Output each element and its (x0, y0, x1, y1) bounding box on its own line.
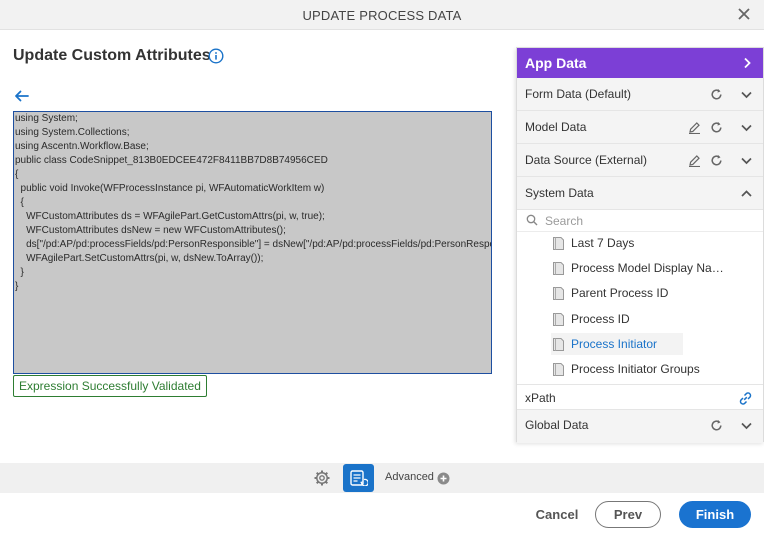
code-line: using System; (15, 113, 78, 124)
chevron-right-icon[interactable] (741, 57, 753, 69)
search-input[interactable] (545, 212, 745, 230)
tree-item-label: Process Initiator (571, 337, 658, 351)
system-data-tree: Last 7 Days Process Model Display Na… Pa… (517, 232, 763, 384)
code-line: public class CodeSnippet_813B0EDCEE472F8… (15, 155, 328, 166)
tree-item-label: Last 7 Days (571, 236, 635, 250)
dialog-title: UPDATE PROCESS DATA (302, 8, 462, 23)
document-icon (553, 363, 564, 376)
prev-button[interactable]: Prev (595, 501, 661, 528)
tree-item-process-initiator[interactable]: Process Initiator (551, 333, 683, 355)
edit-icon[interactable] (688, 121, 701, 134)
section-global-data[interactable]: Global Data (517, 410, 763, 443)
code-editor[interactable]: using System; using System.Collections; … (13, 111, 492, 374)
xpath-label: xPath (525, 391, 556, 405)
chevron-down-icon[interactable] (740, 419, 753, 432)
chevron-down-icon[interactable] (740, 121, 753, 134)
dialog-header: UPDATE PROCESS DATA (0, 0, 764, 30)
link-icon[interactable] (738, 391, 753, 406)
search-bar (517, 210, 763, 232)
section-label: Global Data (525, 418, 589, 432)
search-icon (526, 214, 538, 226)
app-data-panel: App Data Form Data (Default) Model Data (516, 47, 764, 443)
section-label: System Data (525, 186, 594, 200)
document-icon (553, 313, 564, 326)
document-icon (553, 237, 564, 250)
code-line: WFAgilePart.SetCustomAttrs(pi, w, dsNew.… (15, 253, 264, 264)
xpath-row: xPath (517, 384, 763, 410)
code-line: using Ascentn.Workflow.Base; (15, 141, 149, 152)
code-line: ds["/pd:AP/pd:processFields/pd:PersonRes… (15, 239, 492, 250)
cancel-button[interactable]: Cancel (527, 501, 587, 527)
refresh-icon[interactable] (710, 88, 723, 101)
back-arrow-icon[interactable] (13, 89, 30, 103)
update-process-data-dialog: UPDATE PROCESS DATA Update Custom Attrib… (0, 0, 764, 538)
tree-item-label: Process ID (571, 312, 630, 326)
tree-item-label: Process Model Display Na… (571, 261, 724, 275)
document-icon (553, 287, 564, 300)
chevron-down-icon[interactable] (740, 154, 753, 167)
code-line: } (15, 281, 19, 292)
plus-circle-icon[interactable] (437, 472, 450, 485)
edit-icon[interactable] (688, 154, 701, 167)
section-label: Data Source (External) (525, 153, 648, 167)
tree-item-label: Process Initiator Groups (571, 362, 700, 376)
code-line: } (15, 267, 24, 278)
code-line: WFCustomAttributes ds = WFAgilePart.GetC… (15, 211, 325, 222)
page-title: Update Custom Attributes (13, 47, 211, 64)
finish-button[interactable]: Finish (679, 501, 751, 528)
bottom-toolbar: Advanced (0, 463, 764, 493)
refresh-icon[interactable] (710, 154, 723, 167)
section-form-data[interactable]: Form Data (Default) (517, 78, 763, 111)
document-icon (553, 338, 564, 351)
tree-item-label: Parent Process ID (571, 286, 669, 300)
section-label: Form Data (Default) (525, 87, 632, 101)
code-line: WFCustomAttributes dsNew = new WFCustomA… (15, 225, 286, 236)
code-line: using System.Collections; (15, 127, 130, 138)
code-editor-icon (350, 470, 368, 486)
app-data-title: App Data (525, 55, 587, 71)
info-icon[interactable] (208, 48, 224, 64)
code-line: { (15, 169, 19, 180)
section-model-data[interactable]: Model Data (517, 111, 763, 144)
refresh-icon[interactable] (710, 121, 723, 134)
code-line: { (15, 197, 24, 208)
chevron-up-icon[interactable] (740, 187, 753, 200)
section-label: Model Data (525, 120, 587, 134)
code-line: public void Invoke(WFProcessInstance pi,… (15, 183, 325, 194)
validation-status-badge: Expression Successfully Validated (13, 375, 207, 397)
refresh-icon[interactable] (710, 419, 723, 432)
close-icon[interactable] (736, 6, 752, 22)
section-system-data[interactable]: System Data (517, 177, 763, 210)
advanced-label[interactable]: Advanced (385, 471, 434, 483)
chevron-down-icon[interactable] (740, 88, 753, 101)
code-editor-button[interactable] (343, 464, 374, 492)
app-data-header[interactable]: App Data (517, 48, 763, 78)
section-data-source[interactable]: Data Source (External) (517, 144, 763, 177)
document-icon (553, 262, 564, 275)
gear-icon[interactable] (313, 469, 331, 487)
